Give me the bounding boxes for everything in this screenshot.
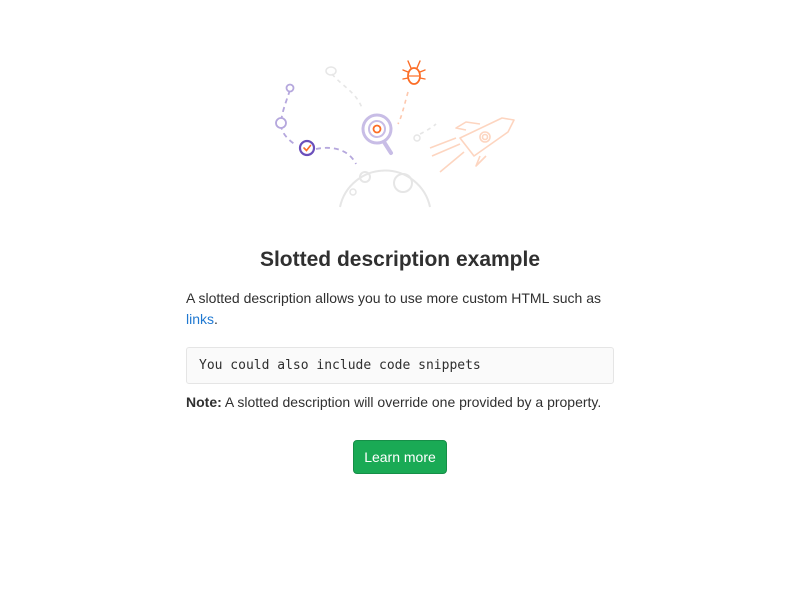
empty-state-page: Slotted description example A slotted de…: [0, 0, 800, 600]
description-text: A slotted description allows you to use …: [186, 290, 601, 306]
note-paragraph: Note: A slotted description will overrid…: [186, 392, 614, 413]
magnifier-handle: [382, 140, 393, 155]
crater-tiny: [349, 188, 357, 196]
orange-trail: [397, 91, 409, 125]
trail-dot-mid: [275, 117, 287, 129]
empty-state-illustration-icon: [275, 60, 515, 208]
code-snippet-block: You could also include code snippets: [186, 347, 614, 384]
empty-state-content: Slotted description example A slotted de…: [186, 244, 614, 474]
purple-trail: [280, 89, 297, 146]
description-period: .: [214, 311, 218, 327]
grey-trail: [331, 73, 363, 109]
check-circle: [298, 139, 316, 157]
empty-state-title: Slotted description example: [259, 248, 541, 271]
ghost-bug-icon: [325, 66, 337, 76]
empty-state-description: A slotted description allows you to use …: [186, 288, 614, 330]
rocket-trail: [419, 123, 437, 135]
rocket-trail-dot: [413, 134, 421, 142]
note-text: A slotted description will override one …: [221, 394, 602, 410]
magnifier-ring-outer: [361, 113, 393, 145]
trail-dot-top: [285, 83, 295, 93]
crater-large: [393, 173, 413, 193]
note-label: Note:: [186, 394, 222, 410]
rocket-icon: [429, 117, 515, 173]
description-link[interactable]: links: [186, 311, 214, 327]
purple-trail-right: [315, 146, 357, 165]
empty-state-actions: Learn more: [186, 440, 614, 474]
learn-more-button[interactable]: Learn more: [353, 440, 447, 474]
